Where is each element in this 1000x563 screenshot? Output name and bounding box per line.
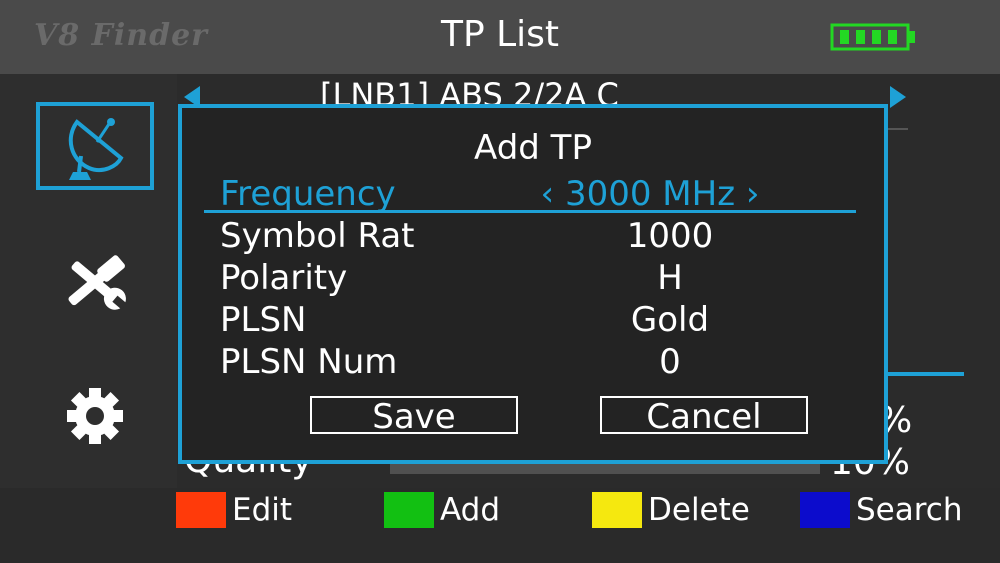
- sidebar-item-settings[interactable]: [36, 372, 154, 460]
- add-key-label: Add: [440, 492, 501, 528]
- frequency-field[interactable]: Frequency ‹ 3000 MHz ›: [220, 174, 860, 214]
- add-tp-dialog: Add TP Frequency ‹ 3000 MHz › Symbol Rat…: [178, 104, 888, 464]
- frequency-underline: [204, 210, 856, 213]
- frequency-value[interactable]: ‹ 3000 MHz ›: [541, 174, 760, 214]
- sidebar: [0, 74, 177, 488]
- satellite-dish-icon: [68, 118, 124, 180]
- plsn-num-label: PLSN Num: [220, 342, 398, 382]
- sidebar-item-satellite[interactable]: [36, 102, 154, 190]
- plsn-num-value[interactable]: 0: [659, 342, 681, 382]
- add-key[interactable]: Add: [384, 492, 500, 528]
- gear-icon: [67, 388, 123, 444]
- plsn-num-field[interactable]: PLSN Num 0: [220, 342, 860, 382]
- search-key-label: Search: [856, 492, 963, 528]
- plsn-label: PLSN: [220, 300, 307, 340]
- frequency-label: Frequency: [220, 174, 396, 214]
- tools-icon: [68, 255, 127, 310]
- dialog-title: Add TP: [474, 128, 592, 168]
- strength-bar-edge: [880, 372, 964, 376]
- plsn-value[interactable]: Gold: [631, 300, 709, 340]
- polarity-label: Polarity: [220, 258, 348, 298]
- title-bar: V8 Finder TP List: [0, 0, 1000, 74]
- sidebar-item-tools[interactable]: [36, 238, 154, 326]
- red-key-swatch: [176, 492, 226, 528]
- edit-key[interactable]: Edit: [176, 492, 292, 528]
- cancel-button[interactable]: Cancel: [600, 396, 808, 436]
- symbol-rate-label: Symbol Rat: [220, 216, 415, 256]
- delete-key[interactable]: Delete: [592, 492, 750, 528]
- plsn-field[interactable]: PLSN Gold: [220, 300, 860, 340]
- edit-key-label: Edit: [232, 492, 293, 528]
- symbol-rate-value[interactable]: 1000: [627, 216, 714, 256]
- yellow-key-swatch: [592, 492, 642, 528]
- blue-key-swatch: [800, 492, 850, 528]
- polarity-field[interactable]: Polarity H: [220, 258, 860, 298]
- next-satellite-arrow[interactable]: [890, 86, 906, 108]
- polarity-value[interactable]: H: [657, 258, 683, 298]
- battery-icon: [830, 23, 915, 51]
- search-key[interactable]: Search: [800, 492, 963, 528]
- symbol-rate-field[interactable]: Symbol Rat 1000: [220, 216, 860, 256]
- green-key-swatch: [384, 492, 434, 528]
- delete-key-label: Delete: [648, 492, 750, 528]
- save-button[interactable]: Save: [310, 396, 518, 436]
